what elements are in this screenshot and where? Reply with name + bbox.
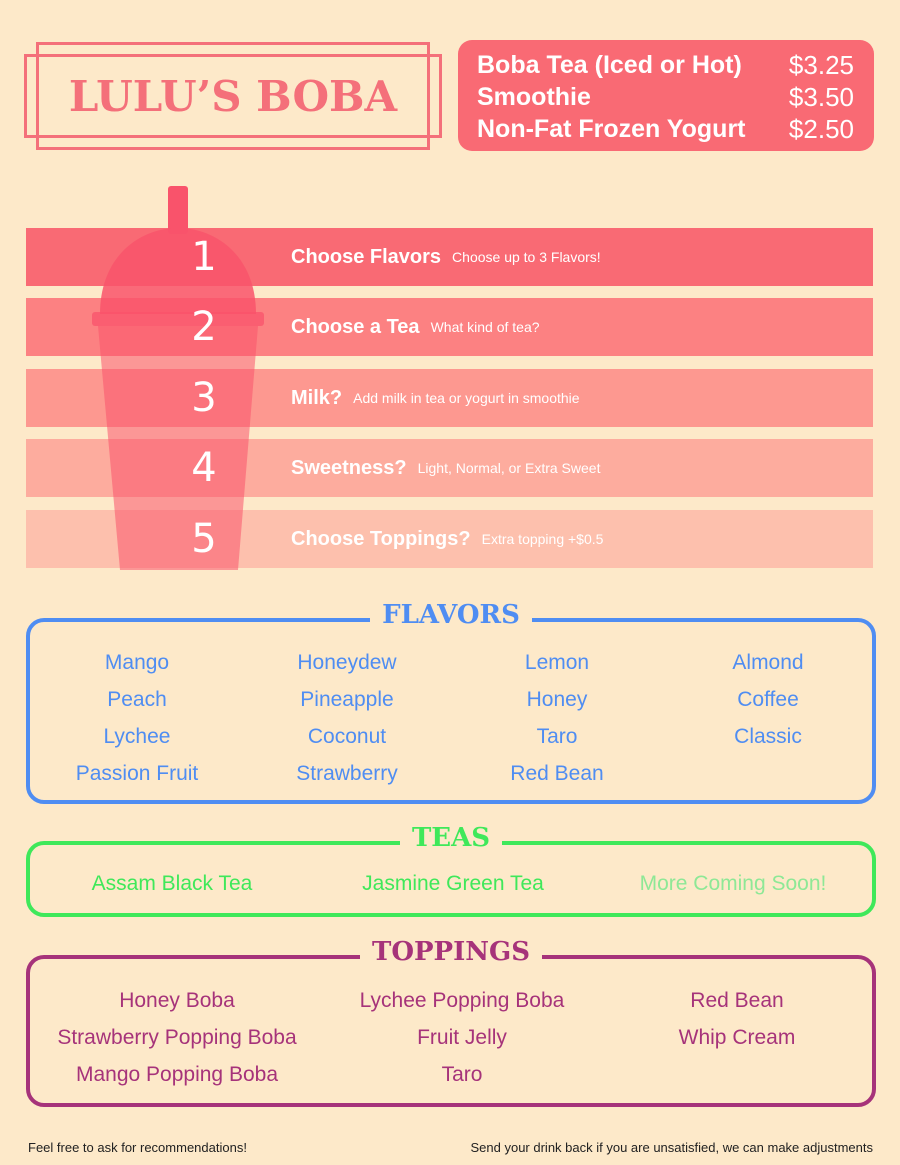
step-subtitle: Light, Normal, or Extra Sweet [417,460,601,476]
topping-item: Honey Boba [119,989,235,1012]
step-4: 4 Sweetness? Light, Normal, or Extra Swee… [26,439,873,497]
price-item-name: Non-Fat Frozen Yogurt [477,114,746,143]
flavor-item: Strawberry [296,762,398,785]
step-subtitle: Add milk in tea or yogurt in smoothie [353,390,580,406]
step-number: 5 [191,516,217,562]
tea-item: Assam Black Tea [91,872,253,895]
footer-right-note: Send your drink back if you are unsatisf… [470,1140,874,1155]
topping-item: Whip Cream [678,1026,796,1049]
topping-item: Taro [441,1063,483,1086]
section-title: TOPPINGS [359,937,542,967]
step-1: 1 Choose Flavors Choose up to 3 Flavors! [26,228,873,286]
price-row: Smoothie $3.50 [477,81,854,113]
flavor-item: Passion Fruit [75,762,199,785]
teas-section: TEAS Assam Black Tea Jasmine Green Tea M… [26,823,876,917]
flavor-item: Coffee [737,688,799,711]
step-subtitle: Extra topping +$0.5 [481,531,604,547]
price-row: Boba Tea (Iced or Hot) $3.25 [477,49,854,81]
flavor-item: Pineapple [300,688,394,711]
flavor-item: Red Bean [510,762,604,785]
step-number: 4 [191,445,217,491]
topping-item: Fruit Jelly [417,1026,507,1049]
flavor-item: Almond [732,651,804,674]
step-title: Choose Toppings? [291,527,471,550]
flavors-section: FLAVORS Mango Honeydew Lemon Almond Peac… [26,600,876,804]
step-title: Choose a Tea [291,315,420,338]
logo-text: LULU’S BOBA [68,71,398,121]
flavor-item: Mango [104,651,170,674]
step-number: 2 [191,304,217,350]
step-3: 3 Milk? Add milk in tea or yogurt in smoo… [26,369,873,427]
tea-item: Jasmine Green Tea [362,872,544,895]
price-item-value: $3.25 [788,49,854,80]
step-title: Sweetness? [291,456,407,479]
price-item-value: $2.50 [788,113,854,144]
step-number: 1 [191,234,217,280]
topping-item: Lychee Popping Boba [359,989,565,1012]
price-list: Boba Tea (Iced or Hot) $3.25 Smoothie $3… [458,40,874,151]
logo: LULU’S BOBA [24,42,442,150]
step-title: Choose Flavors [291,245,442,268]
step-2: 2 Choose a Tea What kind of tea? [26,298,873,356]
flavor-item: Coconut [307,725,387,748]
price-item-name: Smoothie [477,82,591,111]
price-item-value: $3.50 [788,81,854,112]
flavor-item: Peach [107,688,167,711]
tea-item-coming-soon: More Coming Soon! [639,872,827,895]
flavor-item: Taro [536,725,578,748]
price-row: Non-Fat Frozen Yogurt $2.50 [477,113,854,145]
price-item-name: Boba Tea (Iced or Hot) [477,50,742,79]
flavor-item: Classic [734,725,802,748]
step-5: 5 Choose Toppings? Extra topping +$0.5 [26,510,873,568]
flavor-item: Honeydew [297,651,397,674]
toppings-section: TOPPINGS Honey Boba Lychee Popping Boba … [26,937,876,1107]
flavor-item: Lemon [524,651,590,674]
step-subtitle: What kind of tea? [430,319,540,335]
topping-item: Mango Popping Boba [76,1063,278,1086]
step-number: 3 [191,375,217,421]
step-title: Milk? [291,386,343,409]
topping-item: Strawberry Popping Boba [57,1026,297,1049]
step-subtitle: Choose up to 3 Flavors! [452,249,601,265]
section-title: FLAVORS [370,600,532,630]
flavor-item: Honey [526,688,588,711]
topping-item: Red Bean [690,989,784,1012]
section-title: TEAS [399,823,503,853]
flavor-item: Lychee [103,725,171,748]
footer-left-note: Feel free to ask for recommendations! [28,1140,247,1155]
